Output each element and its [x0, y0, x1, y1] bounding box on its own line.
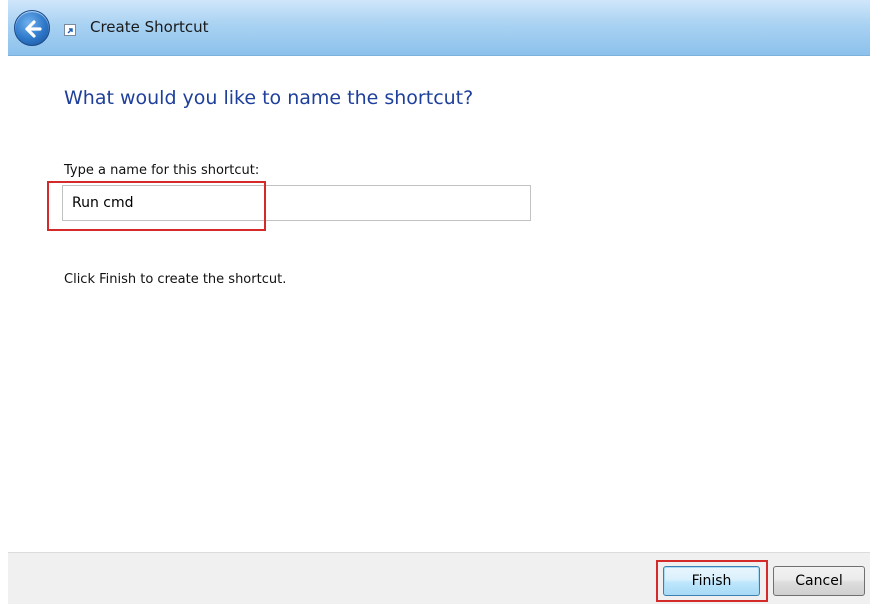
shortcut-icon [64, 24, 76, 36]
highlight-box-finish [656, 560, 768, 602]
instruction-text: Click Finish to create the shortcut. [64, 272, 287, 287]
window-title: Create Shortcut [90, 18, 209, 36]
shortcut-name-label: Type a name for this shortcut: [64, 163, 260, 178]
page-heading: What would you like to name the shortcut… [64, 87, 474, 109]
highlight-box-input [47, 181, 266, 231]
back-button[interactable] [14, 10, 50, 46]
title-bar: Create Shortcut [8, 0, 870, 56]
cancel-button[interactable]: Cancel [773, 566, 865, 596]
back-arrow-icon [25, 20, 42, 38]
